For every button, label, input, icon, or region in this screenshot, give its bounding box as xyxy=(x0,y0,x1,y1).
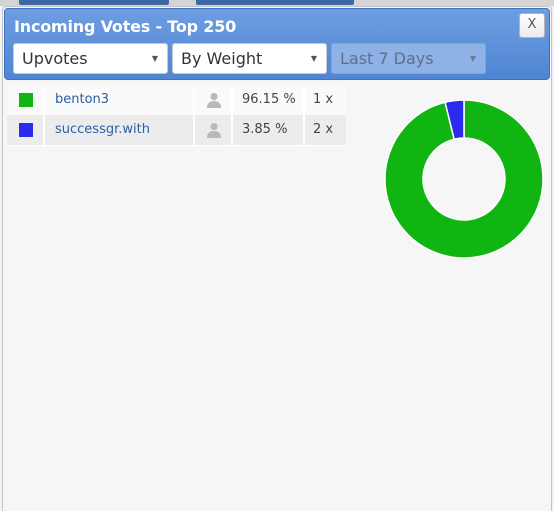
period-select[interactable]: Last 7 Days ▼ xyxy=(331,43,486,74)
vote-percent: 3.85 % xyxy=(233,115,305,145)
close-button[interactable]: X xyxy=(519,13,545,38)
user-icon[interactable] xyxy=(206,92,222,108)
voter-link[interactable]: benton3 xyxy=(45,85,195,115)
metric-select[interactable]: By Weight ▼ xyxy=(172,43,327,74)
voter-link[interactable]: successgr.with xyxy=(45,115,195,145)
vote-type-select[interactable]: Upvotes ▼ xyxy=(13,43,168,74)
chevron-down-icon: ▼ xyxy=(469,54,476,63)
dialog-header: Incoming Votes - Top 250 X Upvotes ▼ By … xyxy=(4,8,550,80)
background-tab[interactable] xyxy=(19,0,169,5)
vote-type-value: Upvotes xyxy=(22,49,88,68)
vote-percent: 96.15 % xyxy=(233,85,305,115)
user-icon[interactable] xyxy=(206,122,222,138)
metric-value: By Weight xyxy=(181,49,263,68)
vote-count: 2 x xyxy=(313,122,334,137)
table-row: successgr.with 3.85 % 2 x xyxy=(7,115,346,145)
votes-donut-chart xyxy=(384,99,544,259)
dialog-title: Incoming Votes - Top 250 xyxy=(14,17,237,36)
color-swatch xyxy=(19,123,33,137)
background-tab[interactable] xyxy=(196,0,354,5)
color-swatch xyxy=(19,93,33,107)
chevron-down-icon: ▼ xyxy=(151,54,158,63)
vote-count: 1 x xyxy=(313,92,334,107)
chevron-down-icon: ▼ xyxy=(310,54,317,63)
period-value: Last 7 Days xyxy=(340,49,434,68)
table-row: benton3 96.15 % 1 x xyxy=(7,85,346,115)
votes-table: benton3 96.15 % 1 x successgr.with 3.85 … xyxy=(7,85,346,146)
